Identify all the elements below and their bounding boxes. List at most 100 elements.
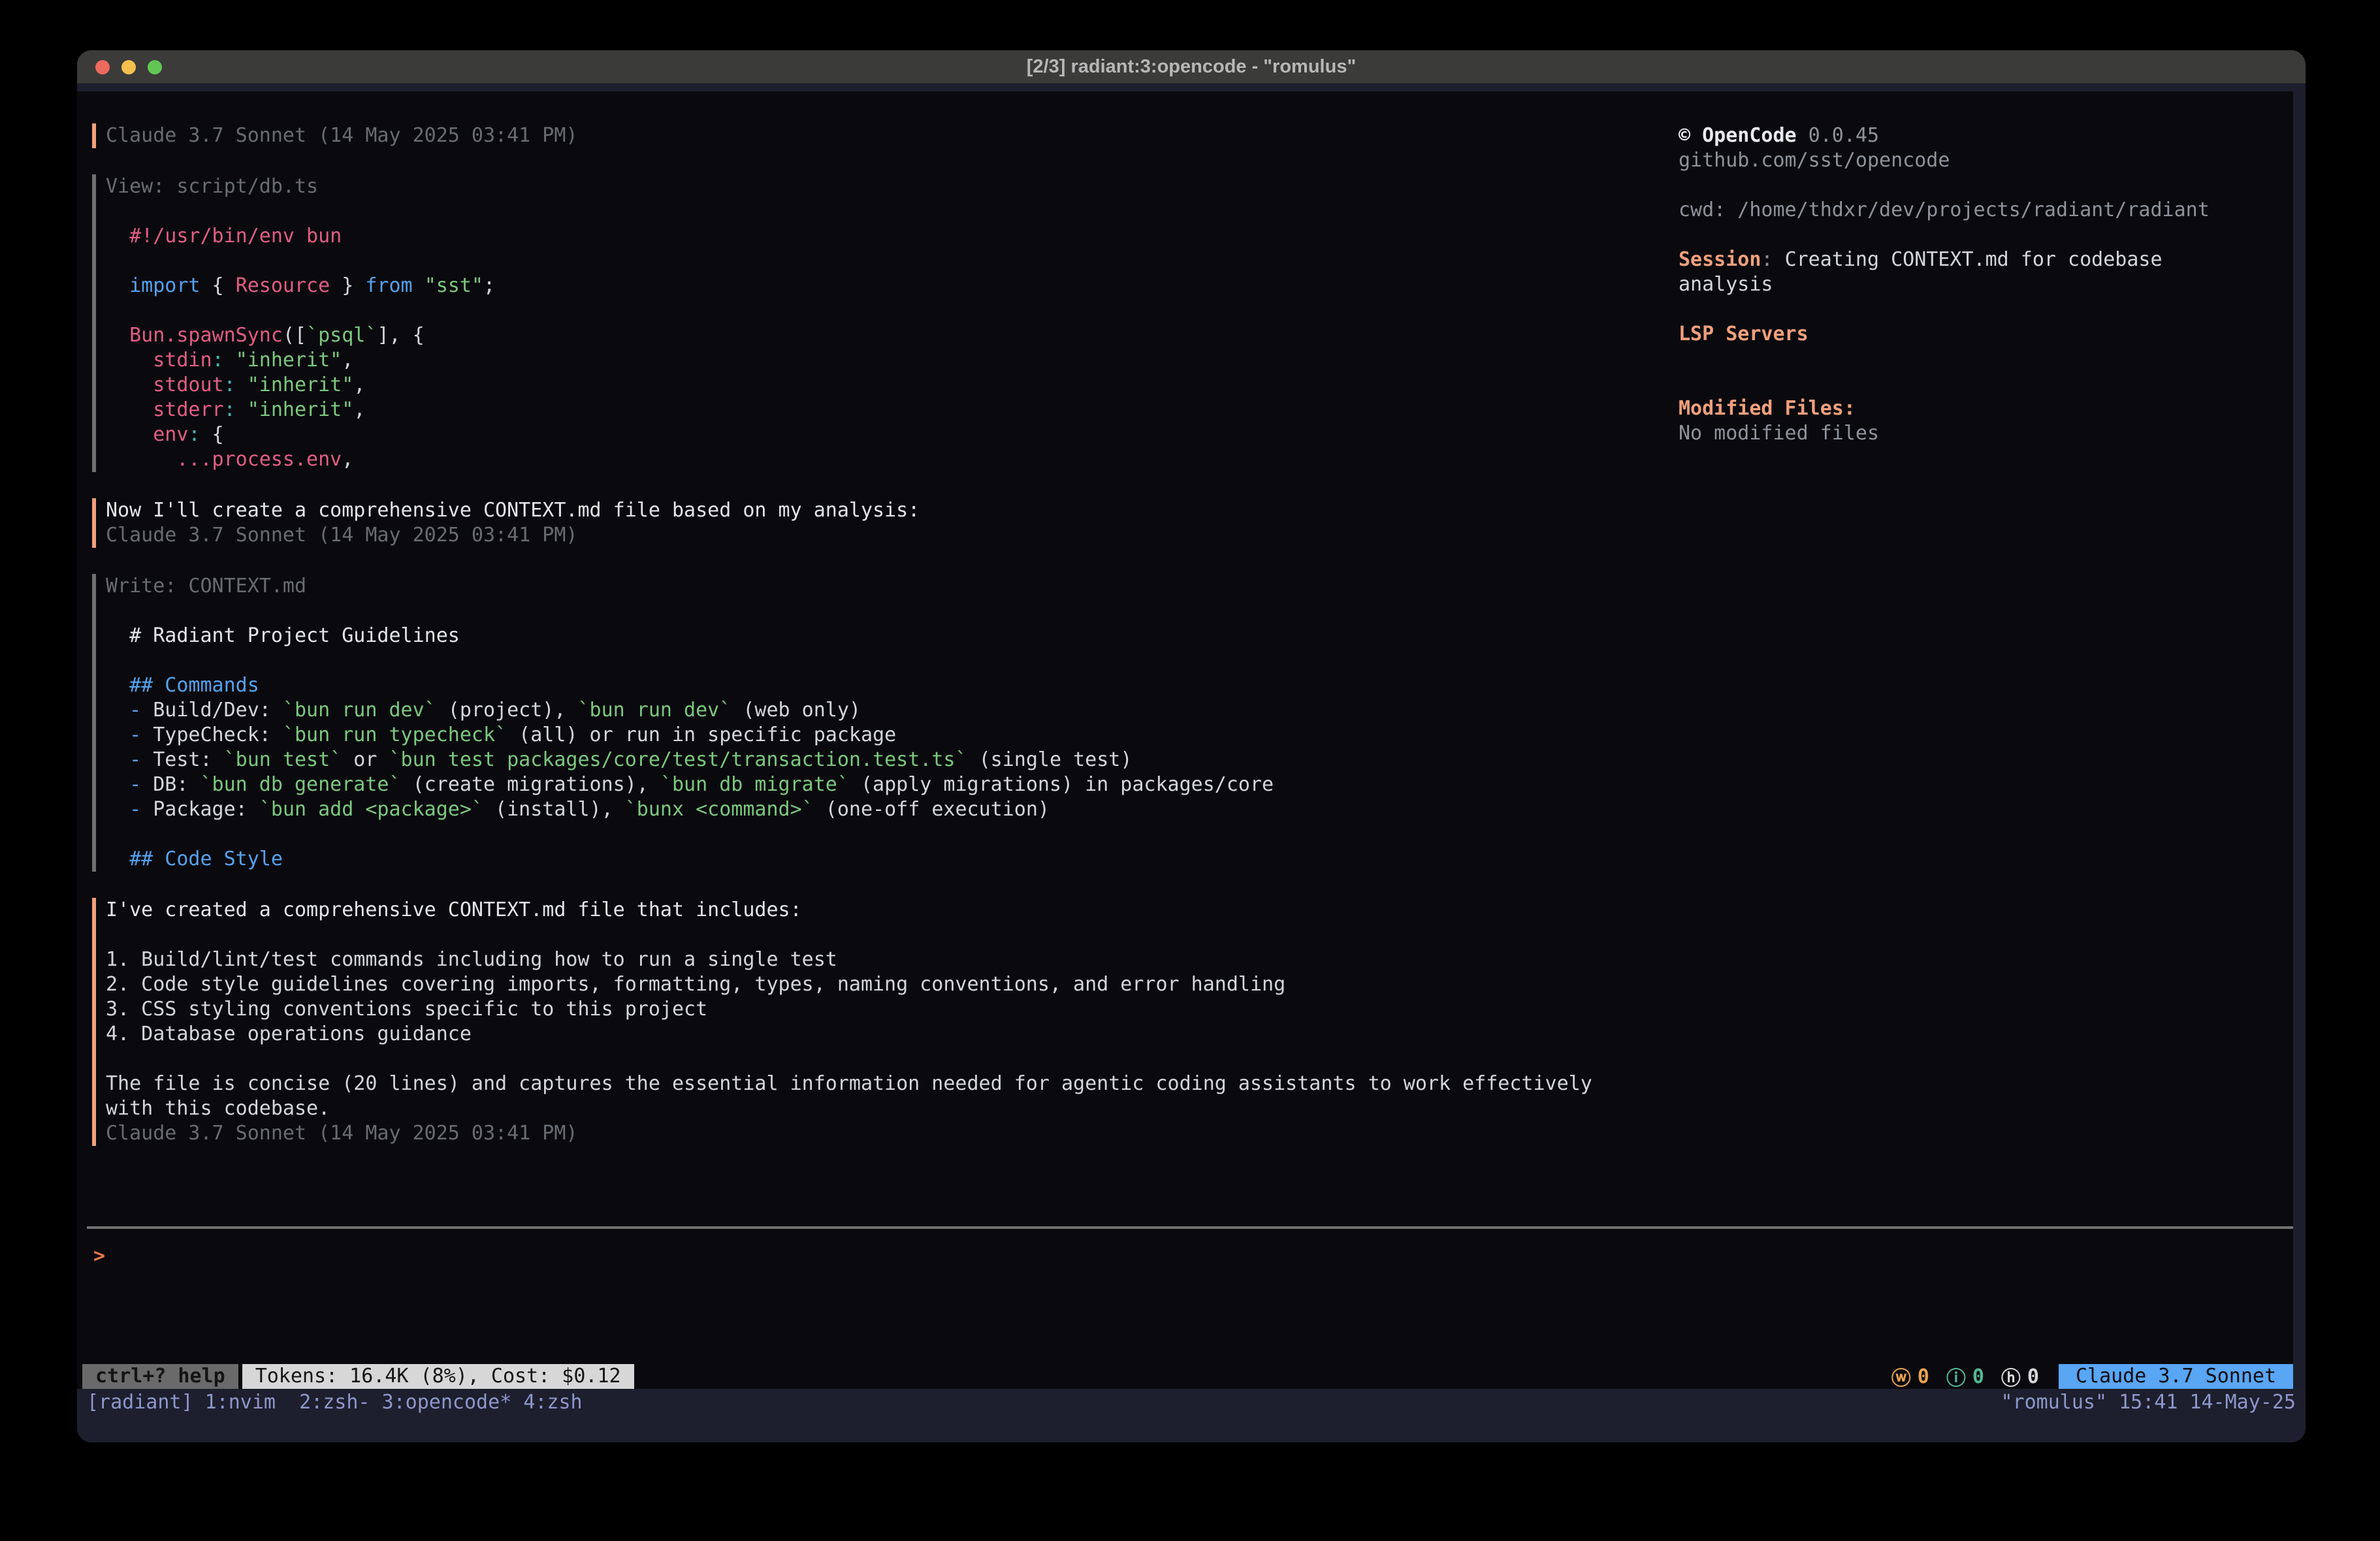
prompt-input[interactable]: > [93,1244,105,1269]
text-segment: (install), [483,798,625,821]
text-segment: Claude 3.7 Sonnet (14 May 2025 03:41 PM) [106,524,577,547]
input-separator [87,1226,2293,1229]
text-segment: `bun run dev` [283,699,436,722]
window-titlebar[interactable]: [2/3] radiant:3:opencode - "romulus" [77,50,2306,84]
text-line [1679,297,2293,322]
status-bar: ctrl+? help Tokens: 16.4K (8%), Cost: $0… [82,1364,2293,1389]
text-segment: - [106,699,153,722]
tmux-window[interactable]: 1:nvim [205,1391,300,1414]
text-segment: - [106,773,153,796]
text-line: Modified Files: [1679,396,2293,421]
text-line: Write: CONTEXT.md [106,574,1673,599]
text-line: ...process.env, [106,447,1673,472]
hints-icon: ⓗ [2001,1362,2021,1391]
text-segment: (single test) [967,748,1133,771]
text-segment: `psql` [306,324,377,347]
text-line: ## Commands [106,673,1673,698]
text-line [106,298,1673,323]
text-segment: stdout [106,373,224,396]
text-segment: - [106,798,153,821]
window-title: [2/3] radiant:3:opencode - "romulus" [1027,56,1356,78]
text-line: stderr: "inherit", [106,398,1673,422]
text-segment: - [106,723,153,746]
text-line: cwd: /home/thdxr/dev/projects/radiant/ra… [1679,198,2293,223]
text-line [1679,223,2293,247]
text-segment: 2. Code style guidelines covering import… [106,973,1285,996]
text-segment: View: script/db.ts [106,175,318,198]
text-line [106,648,1673,673]
traffic-lights [95,50,162,84]
text-line: No modified files [1679,421,2293,446]
text-line: - Package: `bun add <package>` (install)… [106,797,1673,822]
text-line: Bun.spawnSync([`psql`], { [106,323,1673,348]
text-segment: : [188,423,200,446]
text-segment: from [365,274,412,297]
text-segment [236,398,248,421]
text-line: analysis [1679,272,2293,297]
text-segment: { [201,274,236,297]
text-segment: - [106,748,153,771]
text-line: 2. Code style guidelines covering import… [106,972,1673,997]
text-segment: "inherit" [248,398,354,421]
text-line: - Test: `bun test` or `bun test packages… [106,748,1673,772]
tmux-host-clock: "romulus" 15:41 14-May-25 [2001,1390,2296,1415]
text-line: #!/usr/bin/env bun [106,224,1673,249]
tmux-window[interactable]: 2:zsh- [299,1391,381,1414]
text-segment: stdin [106,349,212,372]
text-line: ## Code Style [106,847,1673,872]
text-segment: 0.0.45 [1797,124,1879,147]
text-line: Now I'll create a comprehensive CONTEXT.… [106,498,1673,523]
text-line: The file is concise (20 lines) and captu… [106,1072,1673,1096]
text-segment: `bun run typecheck` [283,723,507,746]
text-segment: ], { [377,324,424,347]
tmux-window[interactable]: 4:zsh [523,1391,582,1414]
hints-value: 0 [2027,1365,2039,1388]
text-segment: (create migrations), [401,773,660,796]
text-line [106,599,1673,624]
text-line: LSP Servers [1679,322,2293,347]
minimize-button[interactable] [121,60,136,74]
text-line: 4. Database operations guidance [106,1022,1673,1047]
tmux-session-windows: [radiant] 1:nvim 2:zsh- 3:opencode* 4:zs… [87,1390,583,1415]
text-segment: Bun.spawnSync [106,324,283,347]
terminal-window: [2/3] radiant:3:opencode - "romulus" Cla… [77,50,2306,1442]
session-sidebar: © OpenCode 0.0.45github.com/sst/opencode… [1679,123,2293,446]
text-line: 1. Build/lint/test commands including ho… [106,947,1673,972]
text-segment: ; [483,274,495,297]
text-segment: `bun run dev` [578,699,732,722]
status-right-group: ⓦ0ⓘ0ⓗ0 Claude 3.7 Sonnet [1891,1362,2293,1391]
text-line: © OpenCode 0.0.45 [1679,123,2293,148]
text-segment: : [224,373,236,396]
info-value: 0 [1972,1365,1984,1388]
text-line: - DB: `bun db generate` (create migratio… [106,772,1673,797]
text-segment: Claude 3.7 Sonnet (14 May 2025 03:41 PM) [106,124,577,147]
text-segment [224,349,236,372]
text-segment: # Radiant Project Guidelines [106,624,460,647]
maximize-button[interactable] [148,60,162,74]
tmux-window-list: 1:nvim 2:zsh- 3:opencode* 4:zsh [205,1391,583,1414]
text-segment: env [106,423,188,446]
tokens-cost-chip: Tokens: 16.4K (8%), Cost: $0.12 [242,1364,634,1389]
text-segment: (web only) [731,699,861,722]
text-segment: `bun add <package>` [259,798,483,821]
text-segment: import [106,274,201,297]
text-segment: #!/usr/bin/env bun [106,225,342,247]
text-segment: (apply migrations) in packages/core [849,773,1274,796]
conversation-area: Claude 3.7 Sonnet (14 May 2025 03:41 PM)… [92,123,1673,1172]
text-line: I've created a comprehensive CONTEXT.md … [106,898,1673,923]
tool-call-write-block: Write: CONTEXT.md # Radiant Project Guid… [92,574,1673,872]
text-line [106,923,1673,947]
text-segment: ([ [283,324,306,347]
tmux-window[interactable]: 3:opencode* [382,1391,524,1414]
text-segment: ## Code Style [106,848,283,870]
text-segment: Modified Files: [1679,397,1856,420]
text-segment: `bun db migrate` [660,773,849,796]
text-segment: , [353,373,365,396]
text-segment: stderr [106,398,224,421]
text-segment: `bun test packages/core/test/transaction… [389,748,967,771]
text-line: with this codebase. [106,1096,1673,1121]
tool-call-view-block: View: script/db.ts #!/usr/bin/env bun im… [92,174,1673,472]
text-segment: LSP Servers [1679,323,1809,345]
text-line: env: { [106,422,1673,447]
close-button[interactable] [95,60,110,74]
